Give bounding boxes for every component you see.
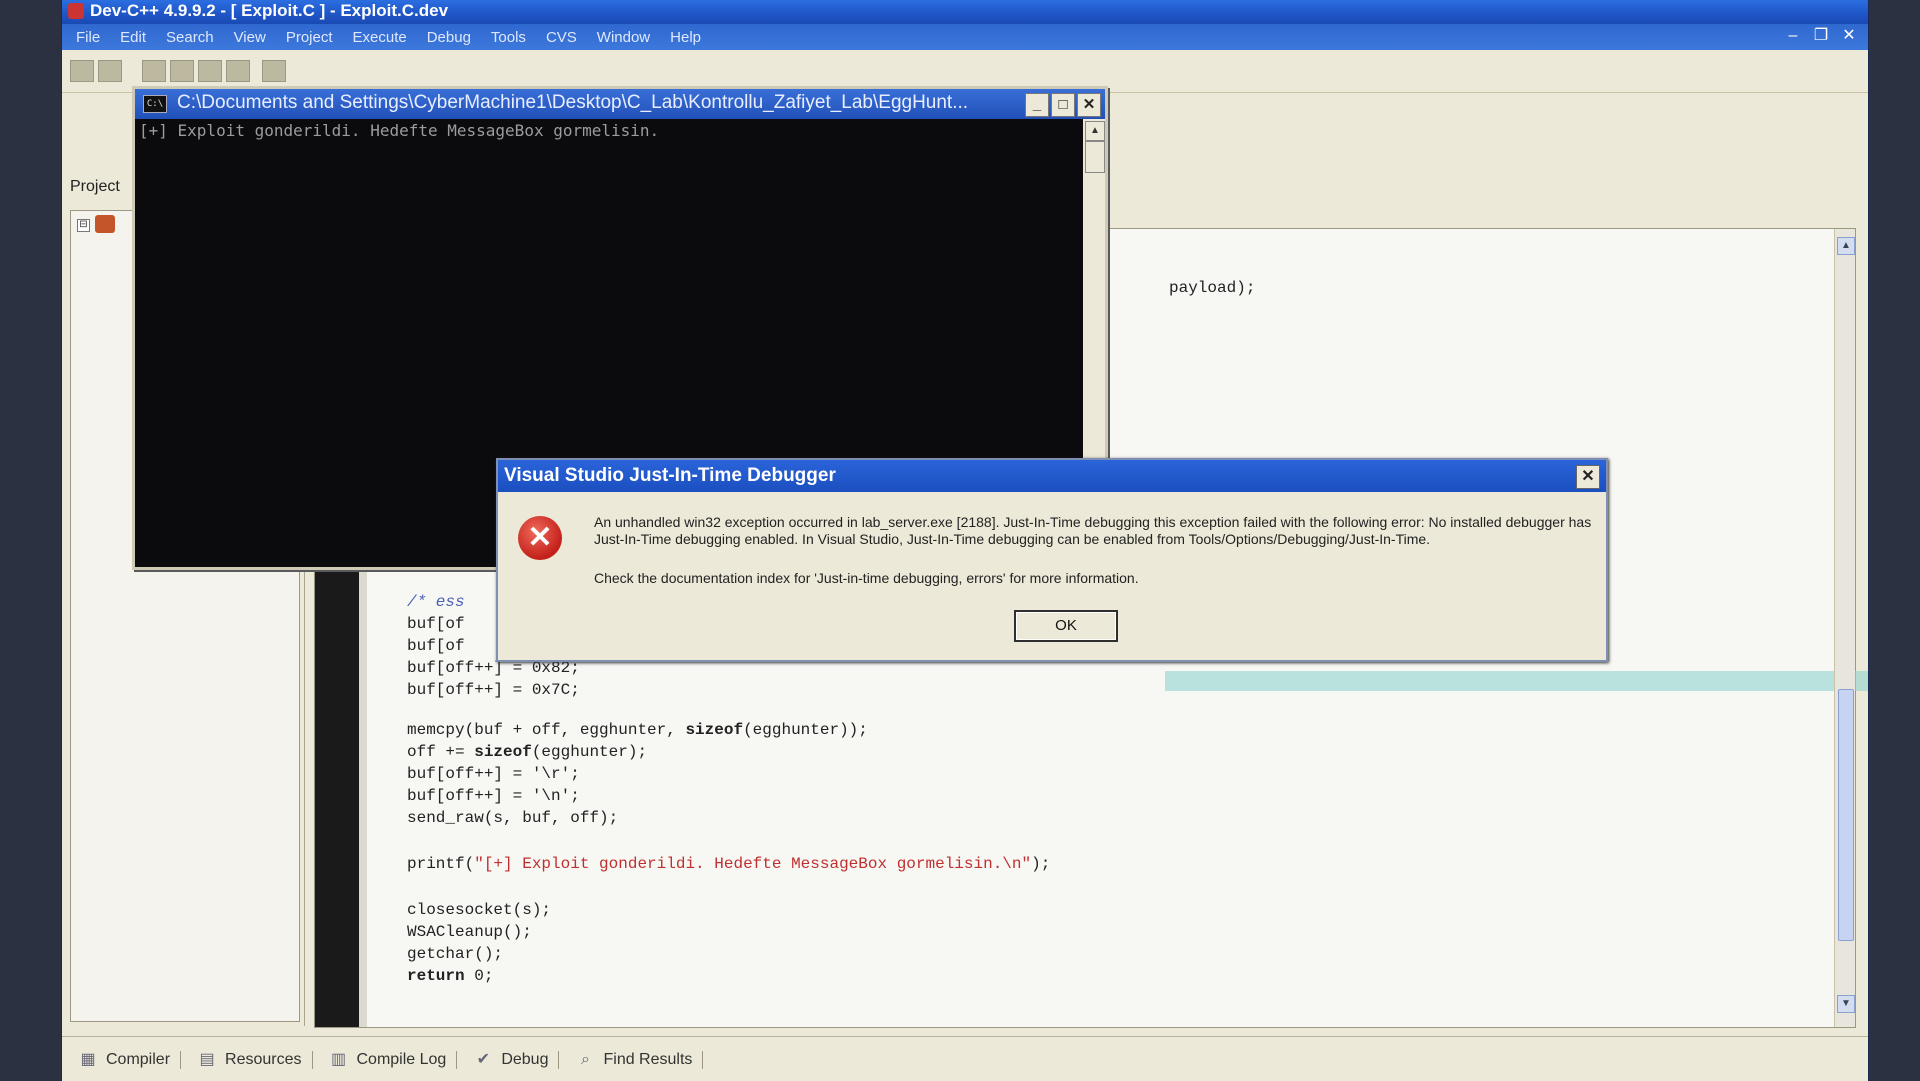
- close-button[interactable]: ✕: [1838, 26, 1860, 46]
- window-titlebar[interactable]: Dev-C++ 4.9.9.2 - [ Exploit.C ] - Exploi…: [62, 0, 1868, 24]
- menu-bar: File Edit Search View Project Execute De…: [62, 24, 1868, 50]
- code-token: printf(: [407, 855, 475, 873]
- console-icon: C:\: [143, 95, 167, 113]
- code-token: off +=: [407, 743, 475, 761]
- toolbar-button[interactable]: [170, 60, 194, 82]
- code-line: buf[off++] = '\n';: [407, 787, 580, 805]
- tab-resources[interactable]: ▤ Resources: [197, 1050, 313, 1069]
- compiler-icon: ▦: [80, 1050, 96, 1068]
- code-line: WSACleanup();: [407, 923, 532, 941]
- toolbar-button[interactable]: [142, 60, 166, 82]
- debug-icon: ✔: [476, 1050, 491, 1068]
- menu-help[interactable]: Help: [662, 27, 709, 48]
- window-title: Dev-C++ 4.9.9.2 - [ Exploit.C ] - Exploi…: [90, 1, 449, 20]
- console-title: C:\Documents and Settings\CyberMachine1\…: [177, 92, 969, 113]
- scroll-thumb[interactable]: [1838, 689, 1854, 941]
- toolbar-button[interactable]: [98, 60, 122, 82]
- tab-find-results[interactable]: ⌕ Find Results: [575, 1050, 704, 1069]
- code-line: /* ess: [407, 593, 465, 611]
- dialog-info: Check the documentation index for 'Just-…: [594, 570, 1139, 586]
- tab-label: Find Results: [603, 1050, 693, 1068]
- code-line: buf[of: [407, 615, 465, 633]
- menu-view[interactable]: View: [226, 27, 274, 48]
- console-close-button[interactable]: ✕: [1077, 93, 1101, 117]
- code-keyword: return: [407, 967, 465, 985]
- menu-debug[interactable]: Debug: [419, 27, 479, 48]
- scroll-thumb[interactable]: [1085, 141, 1105, 173]
- menu-execute[interactable]: Execute: [345, 27, 415, 48]
- find-results-icon: ⌕: [581, 1050, 590, 1068]
- code-line: buf[off++] = 0x7C;: [407, 681, 580, 699]
- code-line: return 0;: [407, 967, 493, 985]
- console-maximize-button[interactable]: □: [1051, 93, 1075, 117]
- code-token: (egghunter));: [743, 721, 868, 739]
- code-line: off += sizeof(egghunter);: [407, 743, 647, 761]
- menu-tools[interactable]: Tools: [483, 27, 534, 48]
- dialog-message: An unhandled win32 exception occurred in…: [594, 514, 1592, 547]
- tree-expand-icon[interactable]: ⊟: [77, 219, 90, 232]
- jit-debugger-dialog: Visual Studio Just-In-Time Debugger ✕ ✕ …: [496, 458, 1608, 662]
- error-icon: ✕: [518, 516, 562, 560]
- code-line: payload);: [1169, 279, 1256, 297]
- tab-compile-log[interactable]: ▥ Compile Log: [329, 1050, 458, 1069]
- code-keyword: sizeof: [685, 721, 744, 739]
- devcpp-app-icon: [68, 3, 84, 19]
- menu-file[interactable]: File: [68, 27, 108, 48]
- toolbar-button[interactable]: [262, 60, 286, 82]
- menu-project[interactable]: Project: [278, 27, 341, 48]
- code-token: (egghunter);: [531, 743, 648, 761]
- code-line: buf[of: [407, 637, 465, 655]
- project-tab[interactable]: Project: [70, 178, 120, 196]
- dialog-close-button[interactable]: ✕: [1576, 465, 1600, 489]
- menu-search[interactable]: Search: [158, 27, 222, 48]
- menu-edit[interactable]: Edit: [112, 27, 154, 48]
- code-line: getchar();: [407, 945, 504, 963]
- scroll-up-icon[interactable]: ▲: [1085, 121, 1105, 141]
- code-token: );: [1031, 855, 1051, 873]
- tab-compiler[interactable]: ▦ Compiler: [78, 1050, 182, 1069]
- code-line: buf[off++] = '\r';: [407, 765, 580, 783]
- tab-label: Compiler: [106, 1050, 171, 1068]
- code-line: memcpy(buf + off, egghunter, sizeof(eggh…: [407, 721, 868, 739]
- code-token: 0;: [464, 967, 494, 985]
- bottom-tabs: ▦ Compiler ▤ Resources ▥ Compile Log ✔ Debug…: [62, 1036, 1868, 1081]
- compile-log-icon: ▥: [330, 1050, 347, 1068]
- code-line: closesocket(s);: [407, 901, 552, 919]
- code-string: "[+] Exploit gonderildi. Hedefte Message…: [474, 855, 1032, 873]
- resources-icon: ▤: [199, 1050, 215, 1068]
- toolbar-button[interactable]: [198, 60, 222, 82]
- tab-label: Debug: [501, 1050, 549, 1068]
- code-token: memcpy(buf + off, egghunter,: [407, 721, 686, 739]
- project-icon: [95, 215, 115, 233]
- code-line: printf("[+] Exploit gonderildi. Hedefte …: [407, 855, 1050, 873]
- restore-button[interactable]: ❐: [1810, 26, 1832, 46]
- toolbar-button[interactable]: [226, 60, 250, 82]
- console-titlebar[interactable]: C:\ C:\Documents and Settings\CyberMachi…: [135, 89, 1105, 119]
- scroll-down-icon[interactable]: ▼: [1837, 995, 1855, 1013]
- menu-cvs[interactable]: CVS: [538, 27, 585, 48]
- code-keyword: sizeof: [474, 743, 532, 761]
- tab-debug[interactable]: ✔ Debug: [473, 1050, 560, 1069]
- tab-label: Resources: [225, 1050, 302, 1068]
- tab-label: Compile Log: [356, 1050, 447, 1068]
- dialog-title[interactable]: Visual Studio Just-In-Time Debugger: [498, 460, 1606, 492]
- console-minimize-button[interactable]: _: [1025, 93, 1049, 117]
- menu-window[interactable]: Window: [589, 27, 658, 48]
- window-controls: – ❐ ✕: [1782, 26, 1860, 46]
- ok-button[interactable]: OK: [1014, 610, 1118, 642]
- scroll-up-icon[interactable]: ▲: [1837, 237, 1855, 255]
- code-line: send_raw(s, buf, off);: [407, 809, 619, 827]
- editor-scrollbar[interactable]: ▲ ▼: [1834, 229, 1855, 1027]
- minimize-button[interactable]: –: [1782, 26, 1804, 46]
- console-controls: _ □ ✕: [1025, 93, 1101, 117]
- toolbar-button[interactable]: [70, 60, 94, 82]
